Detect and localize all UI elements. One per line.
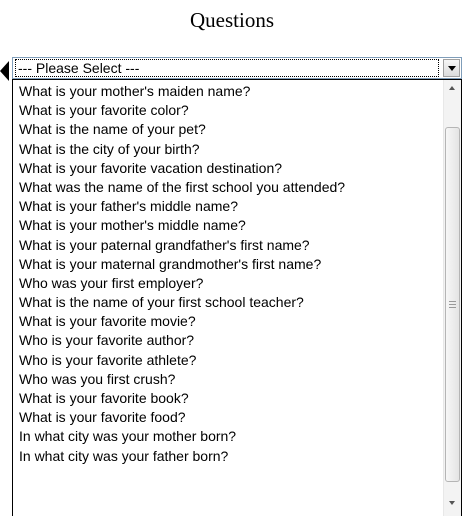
- grip-icon: [449, 301, 456, 308]
- dropdown-option[interactable]: Who is your favorite author?: [13, 331, 443, 350]
- question-select[interactable]: --- Please Select ---: [12, 57, 462, 79]
- dropdown-option[interactable]: What is your favorite book?: [13, 389, 443, 408]
- dropdown-option[interactable]: What is your mother's maiden name?: [13, 82, 443, 101]
- pointer-arrow-icon: [0, 61, 9, 81]
- selected-value: --- Please Select ---: [15, 59, 439, 77]
- page-title: Questions: [190, 8, 274, 32]
- dropdown-option[interactable]: What is the name of your pet?: [13, 120, 443, 139]
- dropdown-option[interactable]: What is your favorite color?: [13, 101, 443, 120]
- dropdown-option[interactable]: Who was you first crush?: [13, 370, 443, 389]
- dropdown-option[interactable]: What was the name of the first school yo…: [13, 178, 443, 197]
- dropdown-option[interactable]: Who is your favorite athlete?: [13, 351, 443, 370]
- scrollbar[interactable]: [443, 80, 461, 516]
- dropdown-option[interactable]: Who was your first employer?: [13, 274, 443, 293]
- dropdown-option[interactable]: What is your paternal grandfather's firs…: [13, 236, 443, 255]
- options-list: What is your mother's maiden name? What i…: [13, 82, 443, 466]
- dropdown-option[interactable]: What is your favorite food?: [13, 408, 443, 427]
- scroll-thumb[interactable]: [445, 127, 460, 482]
- dropdown-option[interactable]: In what city was your father born?: [13, 447, 443, 466]
- dropdown-list[interactable]: What is your mother's maiden name? What i…: [12, 79, 462, 516]
- dropdown-option[interactable]: In what city was your mother born?: [13, 427, 443, 446]
- dropdown-option[interactable]: What is the city of your birth?: [13, 140, 443, 159]
- scroll-down-icon[interactable]: [444, 494, 461, 511]
- dropdown-option[interactable]: What is your favorite vacation destinati…: [13, 159, 443, 178]
- dropdown-option[interactable]: What is your favorite movie?: [13, 312, 443, 331]
- dropdown-option[interactable]: What is your maternal grandmother's firs…: [13, 255, 443, 274]
- dropdown-option[interactable]: What is your father's middle name?: [13, 197, 443, 216]
- scroll-up-icon[interactable]: [444, 80, 461, 97]
- dropdown-option[interactable]: What is your mother's middle name?: [13, 216, 443, 235]
- dropdown-option[interactable]: What is the name of your first school te…: [13, 293, 443, 312]
- chevron-down-icon[interactable]: [443, 59, 460, 77]
